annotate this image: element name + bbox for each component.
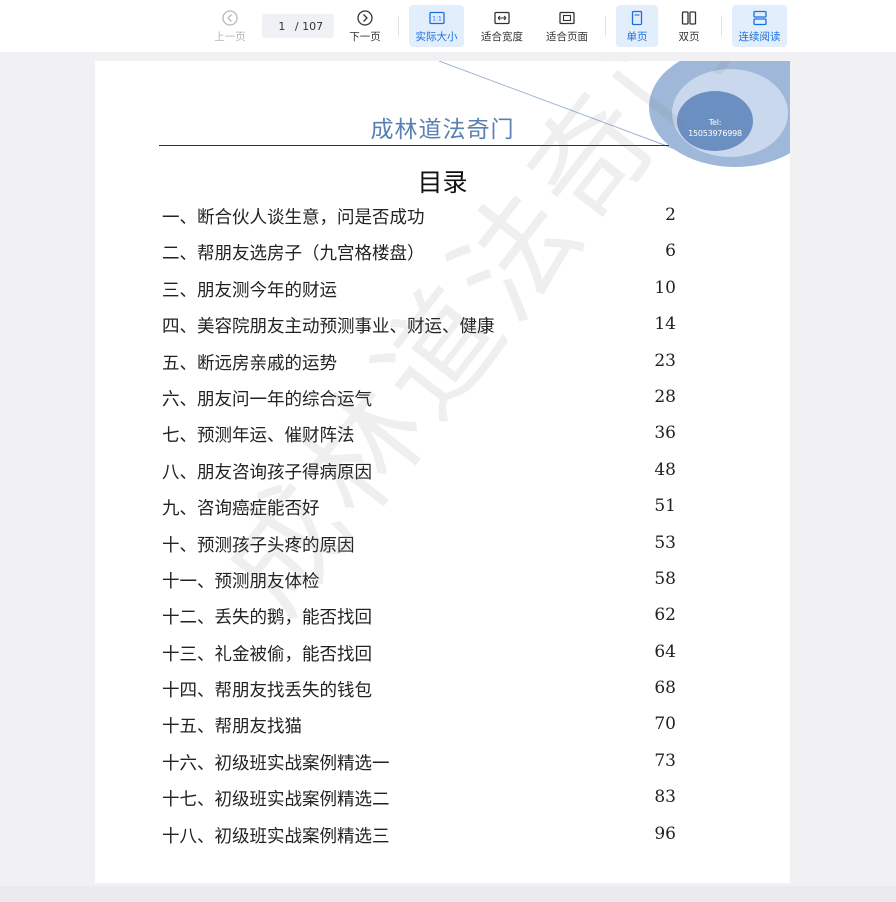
toc-entry[interactable]: 十一、预测朋友体检 58 [162, 562, 682, 598]
toolbar-divider [605, 16, 606, 36]
actual-size-icon: 1:1 [428, 11, 445, 24]
toc-entry[interactable]: 十五、帮朋友找猫 70 [162, 707, 682, 743]
prev-page-label: 上一页 [214, 30, 246, 43]
toc-entry-page-number: 68 [654, 678, 676, 699]
svg-text:1:1: 1:1 [432, 15, 442, 22]
toc-entry-page-number: 62 [654, 605, 676, 626]
toc-entry-title: 十五、帮朋友找猫 [162, 717, 302, 738]
toc-entry-page-number: 6 [665, 241, 676, 262]
toc-entry-page-number: 48 [654, 459, 676, 480]
two-page-button[interactable]: 双页 [668, 5, 710, 47]
continuous-reading-label: 连续阅读 [738, 30, 781, 43]
toc-entry[interactable]: 十二、丢失的鹅，能否找回 62 [162, 598, 682, 634]
continuous-reading-icon [752, 10, 767, 25]
toc-entry[interactable]: 一、断合伙人谈生意，问是否成功 2 [162, 198, 682, 234]
header-divider [159, 145, 669, 146]
document-header: 成林道法奇门 [370, 117, 515, 143]
page-number-input[interactable] [272, 19, 291, 33]
toc-entry-page-number: 2 [665, 205, 676, 225]
toc-entry-title: 七、预测年运、催财阵法 [162, 426, 355, 447]
toc-entry[interactable]: 九、咨询癌症能否好 51 [162, 489, 682, 525]
toc-entry-title: 十二、丢失的鹅，能否找回 [162, 608, 372, 629]
fit-width-label: 适合宽度 [481, 30, 523, 43]
pdf-toolbar: 上一页 / 107 下一页 1:1 实际大小 适合宽度 适合页面 [0, 0, 896, 52]
toc-entry-page-number: 73 [654, 750, 676, 771]
chevron-right-circle-icon [357, 9, 373, 26]
toc-entry-page-number: 58 [654, 568, 676, 589]
single-page-label: 单页 [626, 30, 648, 43]
actual-size-label: 实际大小 [415, 30, 458, 43]
toc-entry-title: 六、朋友问一年的综合运气 [162, 389, 372, 410]
actual-size-button[interactable]: 1:1 实际大小 [409, 5, 464, 47]
fit-width-icon [494, 11, 510, 24]
toc-entry-page-number: 28 [654, 386, 676, 407]
toc-entry-title: 一、断合伙人谈生意，问是否成功 [162, 208, 425, 228]
toc-entry-page-number: 96 [654, 823, 676, 844]
table-of-contents: 一、断合伙人谈生意，问是否成功 2 二、帮朋友选房子（九宫格楼盘） 6 三、朋友测今年的… [162, 198, 682, 853]
toc-entry-title: 四、美容院朋友主动预测事业、财运、健康 [162, 317, 495, 338]
next-page-label: 下一页 [349, 30, 381, 43]
toc-entry-page-number: 36 [654, 423, 676, 444]
horizontal-scrollbar[interactable] [0, 886, 896, 902]
fit-page-icon [559, 11, 575, 24]
toc-entry[interactable]: 十三、礼金被偷，能否找回 64 [162, 635, 682, 671]
toc-entry[interactable]: 十七、初级班实战案例精选二 83 [162, 780, 682, 816]
toc-entry[interactable]: 十、预测孩子头疼的原因 53 [162, 526, 682, 562]
toc-entry-title: 五、断远房亲戚的运势 [162, 353, 337, 374]
toc-entry-page-number: 23 [654, 350, 676, 371]
toc-entry[interactable]: 八、朋友咨询孩子得病原因 48 [162, 453, 682, 489]
toc-entry[interactable]: 十六、初级班实战案例精选一 73 [162, 744, 682, 780]
chevron-left-circle-icon [222, 9, 238, 26]
page-indicator: / 107 [262, 14, 334, 38]
next-page-button[interactable]: 下一页 [343, 5, 387, 47]
toc-entry[interactable]: 七、预测年运、催财阵法 36 [162, 416, 682, 452]
toc-entry-page-number: 51 [654, 496, 676, 517]
two-page-label: 双页 [678, 30, 700, 43]
single-page-icon [631, 10, 643, 25]
toc-entry[interactable]: 十八、初级班实战案例精选三 96 [162, 817, 682, 853]
toc-entry[interactable]: 十四、帮朋友找丢失的钱包 68 [162, 671, 682, 707]
toc-entry[interactable]: 六、朋友问一年的综合运气 28 [162, 380, 682, 416]
fit-width-button[interactable]: 适合宽度 [475, 5, 529, 47]
continuous-reading-button[interactable]: 连续阅读 [732, 5, 787, 47]
toc-entry-title: 九、咨询癌症能否好 [162, 499, 320, 520]
toc-entry-title: 八、朋友咨询孩子得病原因 [162, 462, 372, 483]
toc-entry-title: 十一、预测朋友体检 [162, 571, 320, 592]
toc-entry-page-number: 83 [654, 787, 676, 808]
toc-entry-title: 二、帮朋友选房子（九宫格楼盘） [162, 244, 425, 265]
toc-entry-title: 十七、初级班实战案例精选二 [162, 790, 390, 811]
toc-entry-page-number: 53 [654, 532, 676, 553]
toc-entry-page-number: 14 [654, 314, 676, 335]
toc-entry[interactable]: 四、美容院朋友主动预测事业、财运、健康 14 [162, 307, 682, 343]
prev-page-button[interactable]: 上一页 [208, 5, 252, 47]
toc-entry-title: 十六、初级班实战案例精选一 [162, 753, 390, 774]
page-total: / 107 [294, 19, 324, 33]
toolbar-divider [721, 16, 722, 36]
two-page-icon [681, 10, 697, 25]
fit-page-button[interactable]: 适合页面 [540, 5, 594, 47]
toc-entry-page-number: 70 [654, 714, 676, 735]
toc-entry-page-number: 10 [654, 277, 676, 298]
toc-entry-title: 十八、初级班实战案例精选三 [162, 826, 390, 847]
fit-page-label: 适合页面 [546, 30, 588, 43]
toc-entry[interactable]: 二、帮朋友选房子（九宫格楼盘） 6 [162, 234, 682, 270]
toc-entry-title: 十、预测孩子头疼的原因 [162, 535, 355, 556]
toc-entry-title: 十三、礼金被偷，能否找回 [162, 644, 372, 665]
toc-entry-page-number: 64 [654, 641, 676, 662]
toc-entry[interactable]: 五、断远房亲戚的运势 23 [162, 344, 682, 380]
toolbar-divider [398, 16, 399, 36]
toc-entry[interactable]: 三、朋友测今年的财运 10 [162, 271, 682, 307]
toc-entry-title: 十四、帮朋友找丢失的钱包 [162, 681, 372, 702]
toc-title: 目录 [417, 168, 468, 197]
single-page-button[interactable]: 单页 [616, 5, 658, 47]
toc-entry-title: 三、朋友测今年的财运 [162, 280, 337, 301]
document-page: Tel: 15053976998 成林道法奇门 目录 一、断合伙人谈生意，问是否… [95, 61, 790, 883]
